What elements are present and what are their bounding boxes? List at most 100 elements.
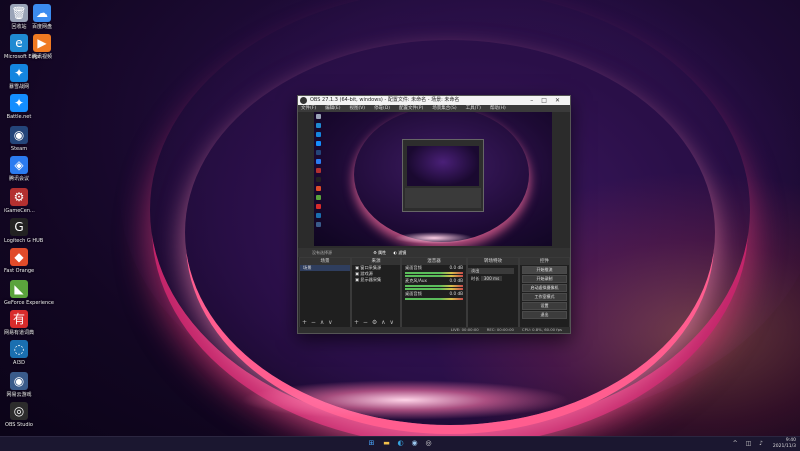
desktop-icon[interactable]: ◎ OBS Studio [4, 402, 34, 428]
mixer-channel: 桌面音频 0.0 dB [405, 265, 463, 270]
nested-docks [405, 188, 481, 208]
live-timer: LIVE: 00:00:00 [450, 327, 479, 332]
mixer-channel: 桌面音频 0.0 dB [405, 291, 463, 296]
desktop-icon-label: 腾讯视频 [31, 54, 52, 60]
mixer-title: 混音器 [402, 258, 466, 265]
volume-meter [405, 272, 463, 274]
filters-label[interactable]: 滤镜 [398, 250, 406, 255]
controls-dock: 控件 开始推流 开始录制 启动虚拟摄像机 工作室模式 设置 退出 [519, 257, 570, 329]
properties-gear-icon[interactable]: ⚙ [373, 250, 377, 255]
menu-bar: 文件(F) 编辑(E) 视图(V) 停靠(D) 配置文件(P) 场景集合(S) 工具(T) 帮… [298, 105, 570, 112]
menu-tools[interactable]: 工具(T) [466, 106, 481, 111]
no-source-selected: 没有选择源 [312, 250, 332, 255]
volume-meter [405, 285, 463, 287]
app-icon: 有 [10, 310, 28, 328]
desktop-icon[interactable]: ◈ 腾讯会议 [4, 156, 34, 182]
desktop-icon-label: Fast Orange [4, 268, 35, 274]
obs-app-icon [300, 97, 307, 104]
duration-row[interactable]: 时长 300 ms [468, 276, 518, 282]
sources-dock: 来源 ▣ 窗口采集源 ▣ 游戏源 ▣ 显示器采集 + − ⚙ ∧ ∨ [351, 257, 401, 329]
app-icon: ⚙ [10, 188, 28, 206]
wallpaper-glow [240, 380, 570, 420]
desktop-icon-label: 百度网盘 [31, 24, 52, 30]
tray-icons[interactable]: ^ ◫ ♪ [733, 440, 766, 447]
transitions-title: 转场特效 [468, 258, 518, 265]
nested-preview [407, 146, 479, 186]
sources-title: 来源 [352, 258, 400, 265]
source-tools[interactable]: + − ⚙ ∧ ∨ [354, 320, 395, 326]
controls-title: 控件 [520, 258, 569, 265]
app-icon: ✦ [10, 64, 28, 82]
start-streaming-button[interactable]: 开始推流 [522, 266, 567, 274]
obs-titlebar[interactable]: OBS 27.1.3 (64-bit, windows) - 配置文件: 未命名… [298, 96, 570, 105]
desktop-icon-label: AI3D [13, 360, 25, 366]
filters-icon[interactable]: ◐ [393, 250, 397, 255]
menu-docks[interactable]: 停靠(D) [374, 106, 390, 111]
preview-nested-obs [402, 139, 484, 212]
desktop-icon-label: OBS Studio [5, 422, 33, 428]
obs-preview[interactable] [314, 112, 552, 246]
desktop-icon[interactable]: ⚙ iGameCen... [4, 188, 35, 214]
app-icon: ▶ [33, 34, 51, 52]
app-icon: ◈ [10, 156, 28, 174]
start-icon[interactable]: ⊞ [367, 439, 376, 448]
menu-view[interactable]: 视图(V) [349, 106, 365, 111]
transition-select[interactable]: 淡出 [468, 268, 514, 274]
clock-date: 2021/11/3 [772, 443, 796, 449]
menu-profile[interactable]: 配置文件(P) [399, 106, 423, 111]
menu-help[interactable]: 帮助(H) [490, 106, 506, 111]
desktop-icon[interactable]: G Logitech G HUB [4, 218, 43, 244]
start-recording-button[interactable]: 开始录制 [522, 275, 567, 283]
desktop-icon-label: 腾讯会议 [8, 176, 29, 182]
desktop-icon-label: iGameCen... [4, 208, 35, 214]
desktop-icon[interactable]: ▶ 腾讯视频 [27, 34, 57, 60]
app-icon: ◆ [10, 248, 28, 266]
menu-edit[interactable]: 编辑(E) [325, 106, 340, 111]
app-icon: G [10, 218, 28, 236]
desktop-icon[interactable]: ☁ 百度网盘 [27, 4, 57, 30]
desktop-icon[interactable]: ◉ 网易云游戏 [4, 372, 34, 398]
desktop-icon-label: Steam [10, 146, 28, 152]
clock[interactable]: 9:40 2021/11/3 [773, 438, 796, 449]
app-icon: ☁ [33, 4, 51, 22]
preview-desktop-icons [316, 114, 322, 242]
desktop-icon[interactable]: ◌ AI3D [4, 340, 34, 366]
desktop-icon[interactable]: ◣ GeForce Experience [4, 280, 54, 306]
desktop-icon[interactable]: 有网易有道词典 [4, 310, 34, 336]
virtual-camera-button[interactable]: 启动虚拟摄像机 [522, 284, 567, 292]
desktop-icon[interactable]: ✦ 暴雪战网 [4, 64, 34, 90]
properties-label[interactable]: 属性 [378, 250, 386, 255]
studio-mode-button[interactable]: 工作室模式 [522, 293, 567, 301]
exit-button[interactable]: 退出 [522, 311, 567, 319]
desktop-icon[interactable]: ◆ Fast Orange [4, 248, 34, 274]
edge-icon[interactable]: ◐ [396, 439, 405, 448]
desktop-icon-label: 网易云游戏 [6, 392, 32, 398]
app-icon: ◌ [10, 340, 28, 358]
desktop-icon-label: GeForce Experience [4, 300, 54, 306]
volume-meter [405, 288, 463, 290]
mixer-dock: 混音器 桌面音频 0.0 dB 麦克风/Aux 0.0 dB 桌面音频 0.0 … [401, 257, 467, 329]
window-controls[interactable]: –□✕ [530, 96, 568, 105]
obs-taskbar-icon[interactable]: ◎ [424, 439, 433, 448]
desktop-icon[interactable]: ◉ Steam [4, 126, 34, 152]
scenes-dock: 场景 场景 + − ∧ ∨ [299, 257, 351, 329]
menu-file[interactable]: 文件(F) [301, 106, 316, 111]
steam-icon[interactable]: ◉ [410, 439, 419, 448]
source-toolbar: 没有选择源 ⚙ 属性 ◐ 滤镜 [298, 248, 570, 257]
preview-wallpaper-glow [394, 232, 474, 244]
volume-meter [405, 275, 463, 277]
source-item[interactable]: ▣ 显示器采集 [352, 277, 400, 283]
settings-button[interactable]: 设置 [522, 302, 567, 310]
app-icon: 🗑 [10, 4, 28, 22]
desktop-icon-label: 暴雪战网 [8, 84, 29, 90]
app-icon: ◎ [10, 402, 28, 420]
scene-tools[interactable]: + − ∧ ∨ [302, 320, 334, 326]
desktop-icon[interactable]: ✦ Battle.net [4, 94, 34, 120]
app-icon: ◉ [10, 372, 28, 390]
app-icon: ◣ [10, 280, 28, 298]
desktop-icon-label: 网易有道词典 [4, 330, 35, 336]
menu-scene-collection[interactable]: 场景集合(S) [432, 106, 456, 111]
scene-item[interactable]: 场景 [300, 265, 350, 271]
obs-window[interactable]: OBS 27.1.3 (64-bit, windows) - 配置文件: 未命名… [297, 95, 571, 334]
file-explorer-icon[interactable]: ▬ [382, 439, 391, 448]
